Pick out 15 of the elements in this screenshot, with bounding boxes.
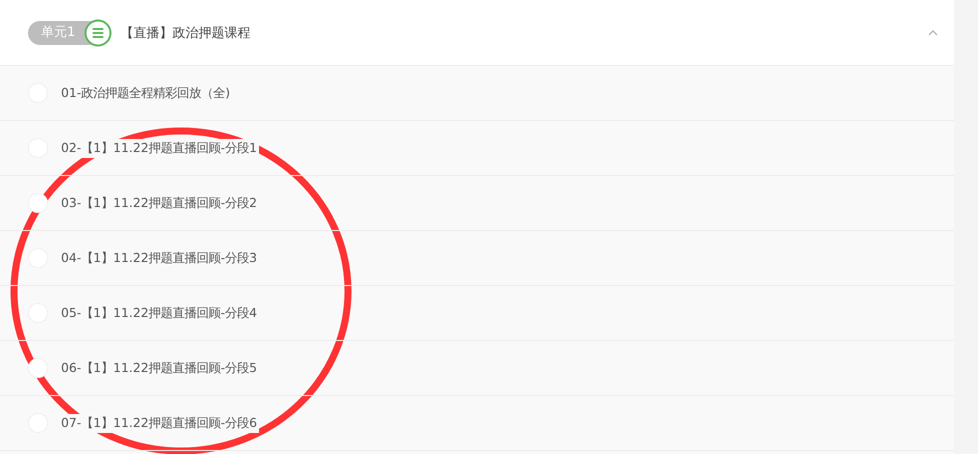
lesson-row[interactable]: 06-【1】11.22押题直播回顾-分段5 <box>0 341 954 396</box>
chevron-icon[interactable] <box>928 30 938 36</box>
lesson-row[interactable]: 05-【1】11.22押题直播回顾-分段4 <box>0 286 954 341</box>
lesson-title: 07-【1】11.22押题直播回顾-分段6 <box>59 414 259 432</box>
status-circle-icon <box>28 193 48 213</box>
lesson-row[interactable]: 07-【1】11.22押题直播回顾-分段6 <box>0 396 954 451</box>
lesson-row[interactable]: 03-【1】11.22押题直播回顾-分段2 <box>0 176 954 231</box>
lesson-row[interactable]: 04-【1】11.22押题直播回顾-分段3 <box>0 231 954 286</box>
lesson-title: 02-【1】11.22押题直播回顾-分段1 <box>59 138 259 158</box>
lesson-row[interactable]: 01-政治押题全程精彩回放（全) <box>0 66 954 121</box>
lesson-row[interactable]: 02-【1】11.22押题直播回顾-分段1 <box>0 121 954 176</box>
unit-title: 【直播】政治押题课程 <box>120 24 250 42</box>
unit-header[interactable]: 单元1 【直播】政治押题课程 <box>0 0 954 66</box>
list-icon <box>84 18 112 46</box>
status-circle-icon <box>28 358 48 378</box>
